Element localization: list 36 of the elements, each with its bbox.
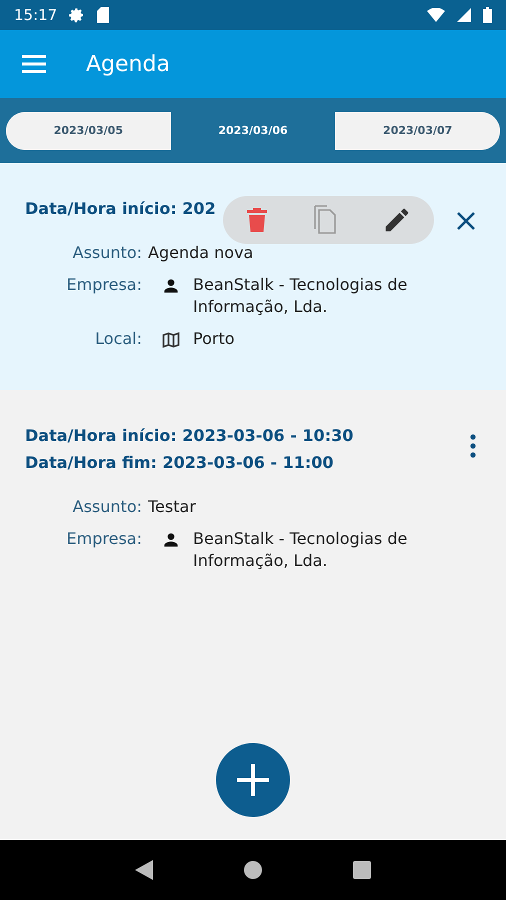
field-value: Testar xyxy=(148,496,197,518)
map-icon xyxy=(160,330,182,350)
field-value: Agenda nova xyxy=(148,242,254,264)
signal-icon xyxy=(457,8,471,22)
field-label: Empresa: xyxy=(66,274,143,296)
status-time: 15:17 xyxy=(14,6,58,24)
date-tab[interactable]: 2023/03/06 xyxy=(170,112,336,150)
sd-card-icon xyxy=(97,7,110,23)
event-time: Data/Hora início: 2023-03-06 - 10:30 xyxy=(25,426,354,445)
recents-icon xyxy=(353,861,371,879)
back-icon xyxy=(135,860,153,880)
delete-button[interactable] xyxy=(246,207,268,233)
field-label: Local: xyxy=(94,328,143,350)
close-icon xyxy=(456,211,476,231)
more-icon xyxy=(470,434,476,458)
trash-icon xyxy=(246,207,268,233)
event-time: Data/Hora fim: 2023-03-06 - 11:00 xyxy=(25,453,335,472)
home-icon xyxy=(243,860,263,880)
settings-icon xyxy=(69,7,86,23)
copy-icon xyxy=(312,205,336,235)
wifi-icon xyxy=(427,8,445,22)
event-card[interactable]: Data/Hora início: 202 Assunto: Agenda nova Empresa: BeanStalk - Tecnologias de Informação, Lda. Local: Porto xyxy=(0,163,506,390)
menu-icon[interactable] xyxy=(22,55,46,73)
home-button[interactable] xyxy=(243,860,263,880)
more-button[interactable] xyxy=(468,432,478,460)
plus-icon xyxy=(237,764,269,796)
field-value: BeanStalk - Tecnologias de Informação, Lda. xyxy=(193,528,408,572)
battery-icon xyxy=(483,7,492,23)
event-time: Data/Hora início: 202 xyxy=(25,199,217,218)
field-value: BeanStalk - Tecnologias de Informação, Lda. xyxy=(193,274,408,318)
field-label: Empresa: xyxy=(66,528,143,550)
field-label: Assunto: xyxy=(72,496,143,518)
field-value: Porto xyxy=(193,328,236,350)
back-button[interactable] xyxy=(135,860,153,880)
field-label: Assunto: xyxy=(72,242,143,264)
app-title: Agenda xyxy=(86,52,170,76)
